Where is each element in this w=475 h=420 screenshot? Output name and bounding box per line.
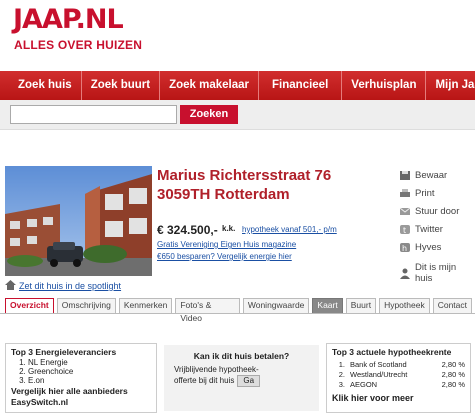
magazine-link[interactable]: Gratis Vereniging Eigen Huis magazine [157, 240, 296, 249]
tab-kaart[interactable]: Kaart [312, 298, 343, 313]
action-hyves[interactable]: h Hyves [399, 238, 475, 256]
action-label: Twitter [415, 223, 443, 235]
list-item[interactable]: Greenchoice [28, 367, 151, 376]
svg-text:h: h [402, 244, 407, 253]
mortgage-box-title: Top 3 actuele hypotheekrente [332, 347, 452, 357]
listing-street: Marius Richtersstraat 76 [157, 167, 332, 184]
nav-zoek-huis[interactable]: Zoek huis [0, 71, 82, 100]
more-rates-link[interactable]: Klik hier voor meer [332, 393, 465, 403]
action-twitter[interactable]: t Twitter [399, 220, 475, 238]
spotlight-link[interactable]: Zet dit huis in de spotlight [5, 280, 121, 292]
action-label: Dit is mijn huis [415, 262, 457, 284]
mortgage-rates-box: Top 3 actuele hypotheekrente 1. Bank of S… [326, 343, 471, 413]
compare-suppliers-link[interactable]: Vergelijk hier alle aanbieders [11, 386, 151, 396]
nav-verhuisplan[interactable]: Verhuisplan [342, 71, 427, 100]
hyves-icon: h [399, 242, 411, 253]
rank: 2. [338, 370, 345, 379]
action-stuur-door[interactable]: Stuur door [399, 202, 475, 220]
home-icon [5, 280, 16, 292]
main-nav: Zoek huis Zoek buurt Zoek makelaar Finan… [0, 71, 475, 100]
rate: 2,80 % [441, 380, 465, 389]
printer-icon [399, 188, 411, 199]
easyswitch-link[interactable]: EasySwitch.nl [11, 397, 151, 407]
action-label: Print [415, 187, 435, 199]
action-label: Hyves [415, 241, 442, 253]
listing-price: € 324.500,- [157, 223, 218, 237]
tab-contact[interactable]: Contact [432, 298, 472, 313]
listing-city: 3059TH Rotterdam [157, 186, 290, 203]
afford-line-1: Vrijblijvende hypotheek- [174, 365, 259, 374]
rank: 3. [338, 380, 345, 389]
tab-fotos-video[interactable]: Foto's & Video [175, 298, 240, 323]
tab-omschrijving[interactable]: Omschrijving [56, 298, 116, 313]
tab-hypotheek[interactable]: Hypotheek [379, 298, 430, 313]
affordability-box: Kan ik dit huis betalen? Vrijblijvende h… [164, 345, 319, 411]
bank-name: AEGON [350, 380, 378, 389]
energy-link[interactable]: €650 besparen? Vergelijk energie hier [157, 252, 292, 261]
house-photo[interactable] [5, 166, 152, 276]
energy-supplier-list: NL Energie Greenchoice E.on [28, 358, 151, 385]
afford-line-2-wrap: offerte bij dit huis Ga [174, 375, 309, 387]
list-item[interactable]: NL Energie [28, 358, 151, 367]
action-print[interactable]: Print [399, 184, 475, 202]
energy-suppliers-box: Top 3 Energieleveranciers NL Energie Gre… [5, 343, 157, 413]
energy-box-title: Top 3 Energieleveranciers [11, 347, 117, 357]
table-row[interactable]: 3. AEGON 2,80 % [332, 380, 465, 390]
svg-text:t: t [403, 226, 406, 235]
mail-icon [399, 206, 411, 217]
bank-name: Westland/Utrecht [350, 370, 408, 379]
mortgage-link[interactable]: hypotheek vanaf 501,- p/m [242, 225, 337, 234]
action-dit-is-mijn-huis[interactable]: Dit is mijn huis [399, 262, 475, 284]
save-icon [399, 170, 411, 181]
nav-financieel[interactable]: Financieel [259, 71, 343, 100]
search-input[interactable] [10, 105, 177, 124]
nav-mijn-jaap[interactable]: Mijn Jaap [426, 71, 475, 100]
afford-box-title: Kan ik dit huis betalen? [193, 351, 290, 361]
table-row[interactable]: 1. Bank of Scotland 2,80 % [332, 360, 465, 370]
bank-name: Bank of Scotland [350, 360, 407, 369]
listing-actions: Bewaar Print Stuur door t Twitter h Hyve… [399, 166, 475, 284]
rank: 1. [338, 360, 345, 369]
afford-line-2: offerte bij dit huis [174, 376, 235, 385]
tab-overzicht[interactable]: Overzicht [5, 298, 54, 313]
site-tagline: ALLES OVER HUIZEN [14, 38, 143, 52]
person-icon [399, 268, 411, 279]
listing-tabs: Overzicht Omschrijving Kenmerken Foto's … [0, 298, 475, 323]
ga-button[interactable]: Ga [237, 375, 261, 387]
tab-kenmerken[interactable]: Kenmerken [118, 298, 173, 313]
rate: 2,80 % [441, 360, 465, 369]
action-label: Stuur door [415, 205, 460, 217]
nav-zoek-buurt[interactable]: Zoek buurt [82, 71, 161, 100]
site-logo[interactable]: JAAP.NL [13, 4, 124, 36]
spotlight-label: Zet dit huis in de spotlight [19, 281, 122, 291]
twitter-icon: t [399, 224, 411, 235]
action-label: Bewaar [415, 169, 448, 181]
search-button[interactable]: Zoeken [180, 105, 238, 124]
action-bewaar[interactable]: Bewaar [399, 166, 475, 184]
tab-buurt[interactable]: Buurt [345, 298, 377, 313]
tab-woningwaarde[interactable]: Woningwaarde [242, 298, 310, 313]
table-row[interactable]: 2. Westland/Utrecht 2,80 % [332, 370, 465, 380]
nav-zoek-makelaar[interactable]: Zoek makelaar [160, 71, 260, 100]
list-item[interactable]: E.on [28, 376, 151, 385]
price-suffix: k.k. [222, 224, 236, 233]
listing-address: Marius Richtersstraat 76 3059TH Rotterda… [157, 166, 331, 204]
rate: 2,80 % [441, 370, 465, 379]
